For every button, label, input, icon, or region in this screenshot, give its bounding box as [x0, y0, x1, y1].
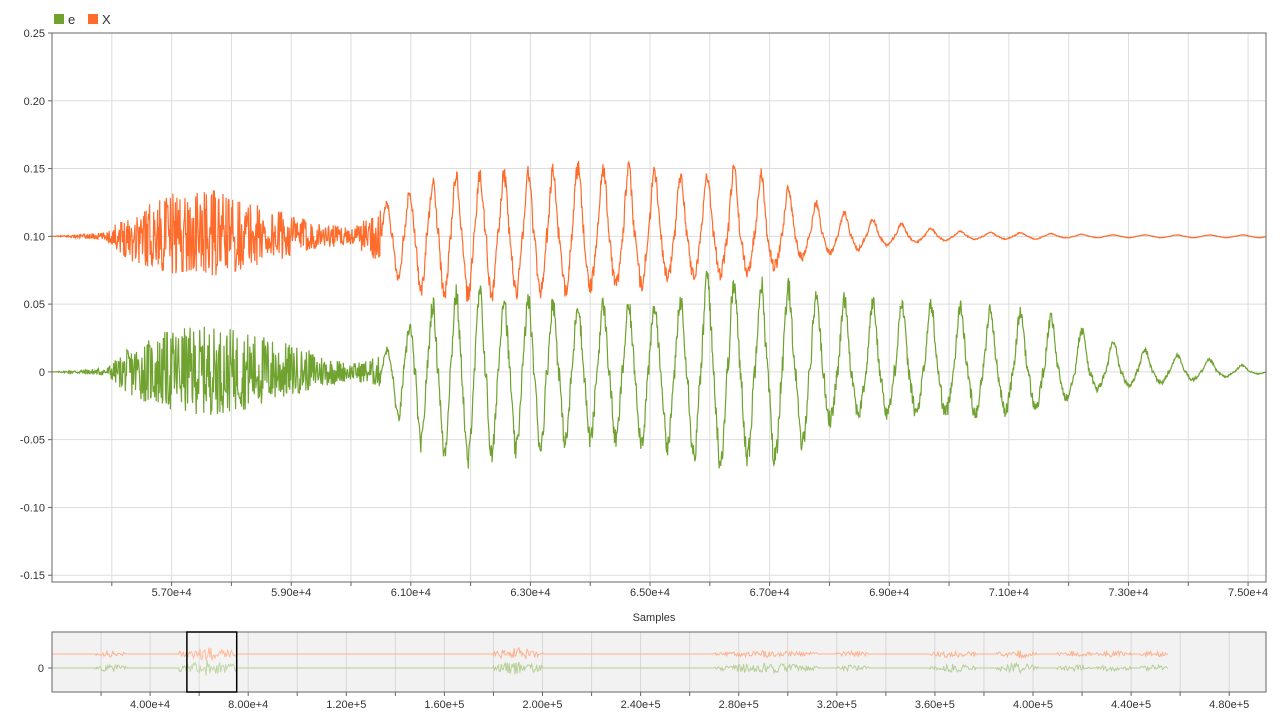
overview-xtick-label: 2.00e+5 [522, 699, 562, 711]
overview-xtick-label: 8.00e+4 [228, 699, 268, 711]
main-xtick-label: 6.50e+4 [630, 587, 670, 599]
main-ytick-label: -0.05 [20, 435, 45, 447]
main-xtick-label: 7.50e+4 [1228, 587, 1268, 599]
overview-xtick-label: 1.20e+5 [326, 699, 366, 711]
main-ytick-label: -0.10 [20, 502, 45, 514]
overview-xtick-label: 2.40e+5 [621, 699, 661, 711]
overview-ytick-label: 0 [38, 663, 44, 675]
main-ytick-label: 0.10 [24, 231, 45, 243]
main-xtick-label: 7.30e+4 [1108, 587, 1148, 599]
overview-xtick-label: 4.80e+5 [1209, 699, 1249, 711]
main-xtick-label: 5.90e+4 [271, 587, 311, 599]
main-ytick-label: 0.20 [24, 96, 45, 108]
main-ytick-label: 0.05 [24, 299, 45, 311]
main-xtick-label: 6.90e+4 [869, 587, 909, 599]
legend-label-x[interactable]: X [102, 12, 111, 27]
legend-label-e[interactable]: e [68, 12, 75, 27]
main-xtick-label: 6.30e+4 [510, 587, 550, 599]
main-xtick-label: 7.10e+4 [989, 587, 1029, 599]
main-xtick-label: 5.70e+4 [152, 587, 192, 599]
chart-stage: e X 0.25 0.20 0.15 0.10 0.05 0 -0.05 -0.10 -0.15… [0, 0, 1280, 718]
main-ytick-label: 0.25 [24, 28, 45, 40]
main-xtick-label: 6.10e+4 [391, 587, 431, 599]
overview-xtick-label: 2.80e+5 [719, 699, 759, 711]
legend-swatch-x[interactable] [88, 14, 98, 24]
overview-xtick-label: 3.20e+5 [817, 699, 857, 711]
main-ytick-label: -0.15 [20, 570, 45, 582]
overview-xtick-label: 4.00e+5 [1013, 699, 1053, 711]
waveform-chart: e X 0.25 0.20 0.15 0.10 0.05 0 -0.05 -0.10 -0.15… [0, 0, 1280, 718]
x-axis-label: Samples [633, 612, 676, 624]
main-ytick-label: 0.15 [24, 164, 45, 176]
legend-swatch-e[interactable] [54, 14, 64, 24]
main-xtick-label: 6.70e+4 [750, 587, 790, 599]
overview-selection-window[interactable] [186, 631, 238, 693]
overview-xtick-label: 4.40e+5 [1111, 699, 1151, 711]
overview-xtick-label: 1.60e+5 [424, 699, 464, 711]
main-ytick-label: 0 [39, 367, 45, 379]
overview-xtick-label: 4.00e+4 [130, 699, 170, 711]
overview-xtick-label: 3.60e+5 [915, 699, 955, 711]
